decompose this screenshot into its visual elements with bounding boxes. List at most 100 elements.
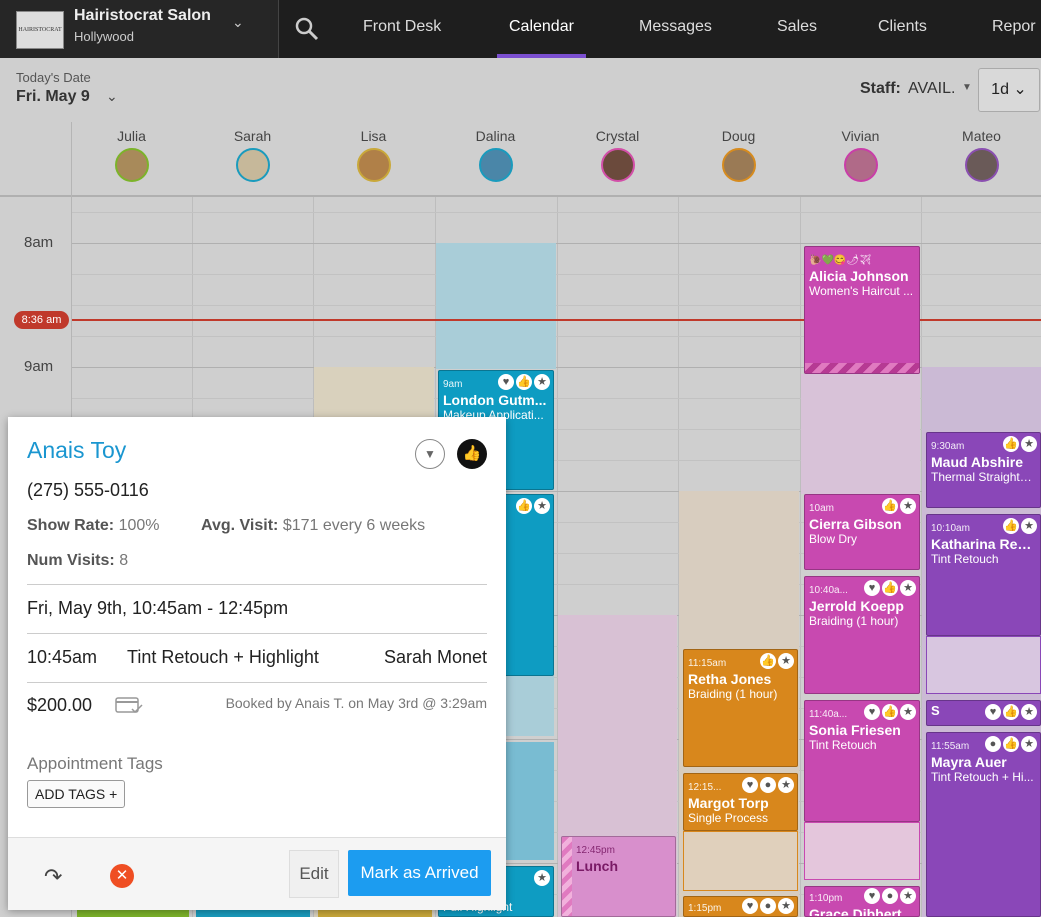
show-rate-label: Show Rate: [27, 517, 115, 534]
heart-icon: ♥ [985, 704, 1001, 720]
appointment-card[interactable]: 1:10pm ♥ ● ★ Grace Dibbert [804, 886, 920, 917]
nav-sales[interactable]: Sales [777, 0, 817, 58]
appointment-icons: ♥ ● ★ [864, 888, 916, 904]
appointment-card[interactable]: 11:15am 👍 ★ Retha Jones Braiding (1 hour) [683, 649, 798, 767]
appointment-processing-time [804, 822, 920, 880]
appointment-time: 11:40a... [809, 709, 848, 720]
appointment-card[interactable]: 11:40a... ♥ 👍 ★ Sonia Friesen Tint Retouch [804, 700, 920, 822]
thumbs-up-icon: 👍 [1003, 736, 1019, 752]
appointment-time: 10am [809, 503, 835, 514]
date-bar: Today's Date Fri. May 9 ⌄ Staff: AVAIL. … [0, 58, 1041, 123]
appointment-card[interactable]: 1:15pm ♥ ● ★ [683, 896, 798, 917]
view-range-value: 1d [991, 81, 1009, 98]
staff-column-doug[interactable]: Doug [678, 128, 799, 182]
staff-column-crystal[interactable]: Crystal [557, 128, 678, 182]
service-stylist: Sarah Monet [383, 647, 487, 667]
staff-column-lisa[interactable]: Lisa [313, 128, 434, 182]
salon-switcher[interactable]: HAIRISTOCRAT Hairistocrat Salon Hollywoo… [0, 0, 279, 58]
staff-column-vivian[interactable]: Vivian [800, 128, 921, 182]
appointment-card[interactable]: 11:55am ● 👍 ★ Mayra Auer Tint Retouch + Hi… [926, 732, 1041, 917]
appointment-icons: ♥ 👍 ★ [985, 704, 1037, 720]
view-range-select[interactable]: 1d ⌄ [978, 68, 1040, 112]
thumbs-up-icon[interactable]: 👍 [457, 439, 487, 469]
appointment-card[interactable]: 9:30am 👍 ★ Maud Abshire Thermal Straighte… [926, 432, 1041, 508]
edit-button[interactable]: Edit [289, 850, 339, 898]
appointment-time: 1:10pm [809, 893, 843, 904]
appointment-card[interactable]: 10am 👍 ★ Cierra Gibson Blow Dry [804, 494, 920, 570]
nav-reports[interactable]: Repor [992, 0, 1036, 58]
staff-column-julia[interactable]: Julia [71, 128, 192, 182]
divider [27, 584, 487, 585]
num-visits-value: 8 [119, 552, 129, 569]
appointment-time: 9am [443, 379, 463, 390]
search-icon[interactable] [292, 14, 322, 44]
nav-clients[interactable]: Clients [878, 0, 927, 58]
avatar [235, 148, 270, 182]
star-icon: ★ [900, 580, 916, 596]
staff-name: Lisa [360, 128, 387, 144]
star-icon: ★ [1021, 736, 1037, 752]
appointment-card[interactable]: 10:40a... ♥ 👍 ★ Jerrold Koepp Braiding (1 … [804, 576, 920, 694]
appointment-card[interactable]: 🐌💚😋🌶✈ Alicia Johnson Women's Haircut ... [804, 246, 920, 374]
add-tags-button[interactable]: ADD TAGS + [27, 780, 126, 808]
appointment-icons: ♥ 👍 ★ [864, 580, 916, 596]
mark-as-arrived-button[interactable]: Mark as Arrived [348, 850, 491, 896]
hour-label: 8am [24, 234, 54, 251]
staff-column-mateo[interactable]: Mateo [921, 128, 1041, 182]
appointment-tags-label: Appointment Tags [27, 754, 163, 773]
appointment-client: Cierra Gibson [809, 516, 902, 532]
thumbs-up-icon: 👍 [1003, 436, 1019, 452]
break-stripes [562, 837, 572, 916]
appointment-service: Tint Retouch [931, 552, 999, 566]
appointment-icons: 👍 ★ [882, 498, 916, 514]
date-picker[interactable]: Fri. May 9 [16, 88, 90, 106]
nav-front-desk[interactable]: Front Desk [363, 0, 441, 58]
appointment-card[interactable]: S ♥ 👍 ★ [926, 700, 1041, 726]
avatar [114, 148, 149, 182]
caret-down-icon[interactable]: ▼ [962, 82, 972, 93]
star-icon: ★ [1021, 704, 1037, 720]
appointment-client: Jerrold Koepp [809, 598, 904, 614]
avatar [478, 148, 513, 182]
popover-footer: ↷ ✕ Edit Mark as Arrived [8, 837, 506, 910]
cancel-appointment-icon[interactable]: ✕ [110, 864, 134, 888]
star-icon: ★ [534, 870, 550, 886]
chevron-down-icon[interactable]: ⌄ [106, 88, 118, 105]
staff-name: Mateo [962, 128, 1001, 144]
grid-line [72, 243, 1041, 244]
star-icon: ★ [534, 498, 550, 514]
chevron-down-icon[interactable]: ▼ [415, 439, 445, 469]
staff-filter-select[interactable]: AVAIL. [908, 80, 955, 98]
appointment-processing-time [926, 636, 1041, 694]
star-icon: ★ [1021, 518, 1037, 534]
microphone-icon: ● [760, 777, 776, 793]
star-icon: ★ [778, 653, 794, 669]
divider [27, 633, 487, 634]
nav-calendar[interactable]: Calendar [497, 0, 586, 58]
staff-column-sarah[interactable]: Sarah [192, 128, 313, 182]
staff-name: Doug [721, 128, 756, 144]
nav-messages[interactable]: Messages [639, 0, 712, 58]
appointment-time: 10:40a... [809, 585, 848, 596]
staff-column-dalina[interactable]: Dalina [435, 128, 556, 182]
appointment-card-lunch[interactable]: 12:45pm Lunch [561, 836, 676, 917]
staff-name: Julia [117, 128, 146, 144]
heart-icon: ♥ [864, 704, 880, 720]
thumbs-up-icon: 👍 [516, 374, 532, 390]
appointment-time: 12:45pm [576, 845, 615, 856]
divider [27, 682, 487, 683]
staff-filter-label: Staff: [860, 80, 901, 97]
client-name-link[interactable]: Anais Toy [27, 437, 126, 464]
service-name: Tint Retouch + Highlight [127, 647, 319, 667]
availability-block [801, 374, 920, 494]
rebook-arrow-icon[interactable]: ↷ [44, 864, 62, 890]
avatar [721, 148, 756, 182]
appointment-price: $200.00 [27, 695, 93, 715]
chevron-down-icon[interactable]: ⌄ [232, 14, 244, 31]
appointment-time: 1:15pm [688, 903, 722, 914]
appointment-card[interactable]: 12:15... ♥ ● ★ Margot Torp Single Process [683, 773, 798, 831]
appointment-client: Alicia Johnson [809, 268, 909, 284]
appointment-card[interactable]: 10:10am 👍 ★ Katharina Ren... Tint Retouch [926, 514, 1041, 636]
appointment-icons: 👍 ★ [760, 653, 794, 669]
unconfirmed-stripes [805, 363, 919, 373]
